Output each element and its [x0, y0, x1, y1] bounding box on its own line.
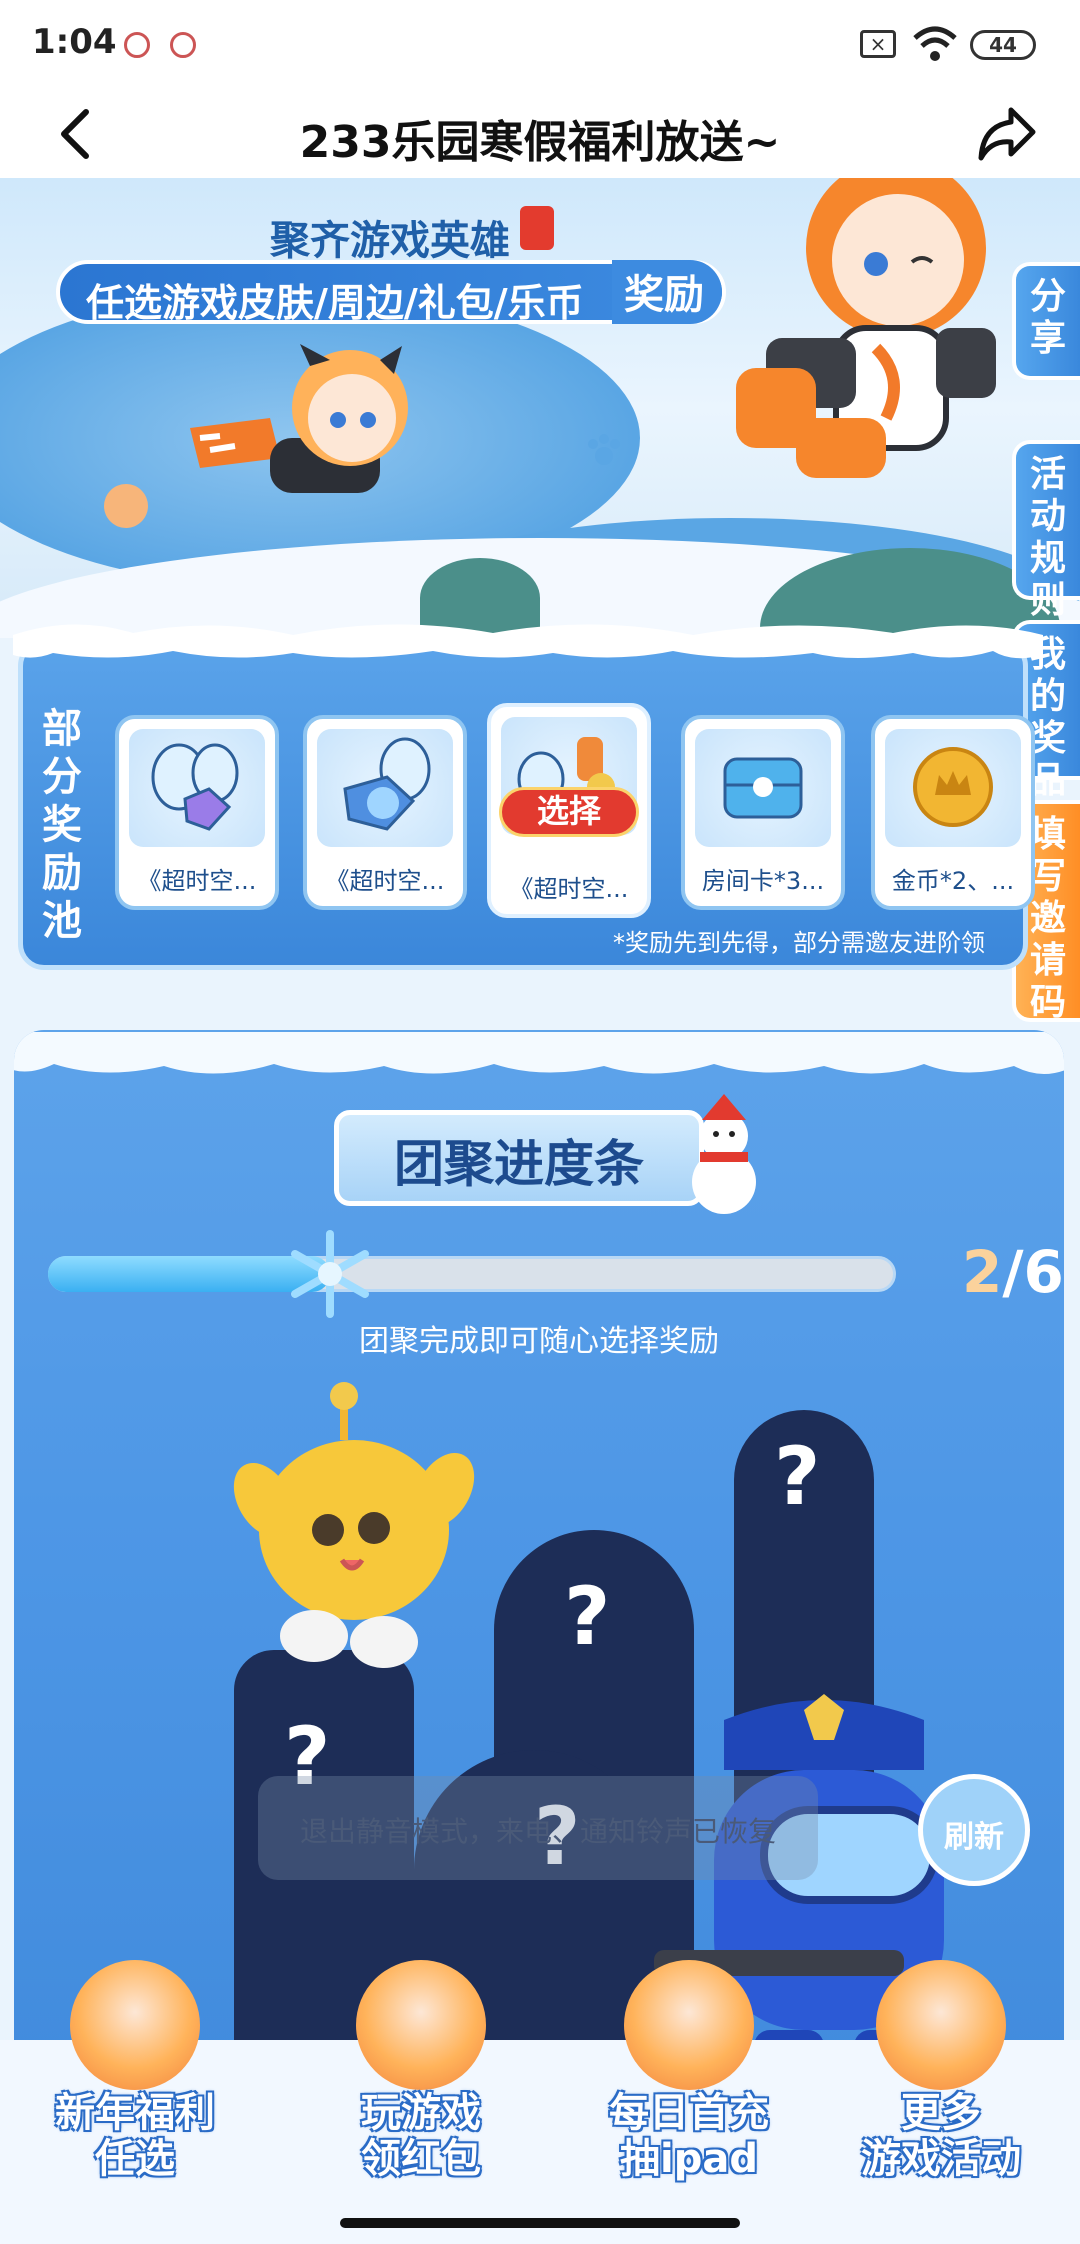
gold-coin-icon — [913, 747, 993, 827]
side-tab-rules[interactable]: 活动规则 — [1012, 440, 1080, 621]
progress-hint: 团聚完成即可随心选择奖励 — [359, 1324, 719, 1359]
mascot-sitting-illustration — [736, 178, 996, 478]
nav-label-line1: 玩游戏 — [361, 2090, 481, 2136]
reward-card-name: 《超时空... — [137, 867, 257, 895]
nav-label: 新年福利 任选 — [20, 2090, 250, 2182]
nav-label-line1: 新年福利 — [55, 2090, 215, 2136]
no-sim-icon: × — [860, 30, 896, 58]
nav-daily-first-recharge[interactable]: 每日首充 抽ipad — [574, 1960, 804, 2190]
nav-label-line1: 更多 — [901, 2090, 981, 2136]
section-title: 团聚进度条 — [394, 1135, 644, 1193]
reward-pool-label: 部分奖励池 — [42, 706, 82, 944]
reward-card-name: 《超时空... — [325, 867, 445, 895]
side-tab-label: 活动规则 — [1029, 454, 1066, 621]
nav-label: 玩游戏 领红包 — [306, 2090, 536, 2182]
reward-card-name: 《超时空... — [509, 875, 629, 903]
reward-card[interactable]: 《超时空... — [115, 715, 279, 910]
nav-mascot-icon — [624, 1960, 754, 2090]
progress-current: 2 — [962, 1238, 1003, 1306]
nav-new-year-benefits[interactable]: 新年福利 任选 — [20, 1960, 250, 2190]
sun-illustration — [104, 484, 148, 528]
nav-mascot-icon — [356, 1960, 486, 2090]
reward-card-selected[interactable]: 选择 《超时空... — [487, 703, 651, 918]
reward-card-image — [885, 729, 1021, 847]
side-tab-label: 分享 — [1029, 276, 1066, 359]
candy-icon — [343, 737, 431, 831]
page-title: 233乐园寒假福利放送~ — [299, 117, 781, 168]
nav-label-line1: 每日首充 — [609, 2090, 769, 2136]
side-tab-label: 填写邀请码 — [1029, 814, 1066, 1023]
paw-print-icon — [588, 434, 620, 465]
hero-banner-text: 任选游戏皮肤/周边/礼包/乐币 — [86, 281, 584, 325]
snowman-icon — [692, 1094, 756, 1214]
treasure-chest-icon — [723, 757, 803, 819]
reward-card[interactable]: 金币*2、... — [871, 715, 1035, 910]
nav-play-games-red-packet[interactable]: 玩游戏 领红包 — [306, 1960, 536, 2190]
progress-count: 2/6 — [962, 1238, 1064, 1306]
reward-pool-note: *奖励先到先得，部分需邀友进阶领 — [613, 929, 985, 957]
share-icon[interactable] — [975, 102, 1039, 166]
candy-icon — [151, 743, 239, 831]
snowflake-icon — [291, 1230, 369, 1318]
reward-card-name: 房间卡*3... — [701, 867, 825, 895]
status-bar: 1:04 × 44 — [0, 0, 1080, 90]
battery-icon: 44 — [970, 30, 1036, 60]
reward-card[interactable]: 房间卡*3... — [681, 715, 845, 910]
reward-pool-panel: 部分奖励池 《超时空... 《超时空... 选择 《超时空... 房间卡*3..… — [13, 624, 1043, 970]
snow-edge-decoration — [13, 624, 1043, 659]
side-tab-share[interactable]: 分享 — [1012, 262, 1080, 380]
snow-edge-decoration — [14, 1032, 1064, 1074]
app-header: 233乐园寒假福利放送~ — [0, 90, 1080, 178]
reward-card-name: 金币*2、... — [891, 867, 1015, 895]
reward-card-image — [129, 729, 265, 847]
system-toast-text: 退出静音模式，来电、通知铃声已恢复 — [299, 1815, 776, 1848]
reward-card-image — [317, 729, 453, 847]
notification-app-icon — [170, 32, 196, 58]
nav-more-game-events[interactable]: 更多 游戏活动 — [826, 1960, 1056, 2190]
wifi-icon — [913, 26, 957, 61]
status-time: 1:04 — [32, 22, 117, 62]
nav-mascot-icon — [70, 1960, 200, 2090]
select-button[interactable]: 选择 — [499, 787, 639, 837]
notification-app-icon — [124, 32, 150, 58]
nav-label-line2: 游戏活动 — [861, 2136, 1021, 2182]
yellow-mascot-illustration — [233, 1382, 475, 1668]
nav-label-line2: 任选 — [95, 2136, 175, 2182]
home-indicator[interactable] — [340, 2218, 740, 2228]
hero-heading: 聚齐游戏英雄 — [270, 218, 510, 264]
question-mark-icon: ? — [774, 1430, 821, 1523]
nav-label: 更多 游戏活动 — [826, 2090, 1056, 2182]
nav-label: 每日首充 抽ipad — [574, 2090, 804, 2182]
refresh-label[interactable]: 刷新 — [918, 1812, 1030, 1856]
reward-card[interactable]: 《超时空... — [303, 715, 467, 910]
hero-banner: 聚齐游戏英雄 任选游戏皮肤/周边/礼包/乐币 奖励 — [0, 178, 1080, 638]
progress-total: /6 — [1002, 1238, 1064, 1306]
mascot-lying-illustration — [190, 344, 408, 493]
reward-card-image — [695, 729, 831, 847]
question-mark-icon: ? — [564, 1570, 611, 1663]
nav-label-line2: 抽ipad — [620, 2136, 758, 2182]
nav-mascot-icon — [876, 1960, 1006, 2090]
red-envelope-icon — [520, 206, 554, 250]
nav-label-line2: 领红包 — [361, 2136, 481, 2182]
